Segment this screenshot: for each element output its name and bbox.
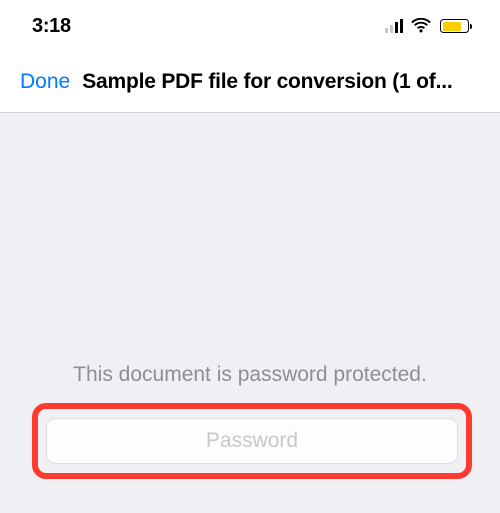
cellular-signal-icon	[385, 19, 404, 33]
wifi-icon	[411, 18, 431, 34]
password-prompt-message: This document is password protected.	[0, 363, 500, 387]
password-input[interactable]	[46, 418, 458, 464]
battery-icon	[440, 19, 472, 33]
battery-fill	[443, 22, 461, 31]
done-button[interactable]: Done	[20, 70, 70, 94]
content-area: This document is password protected.	[0, 113, 500, 513]
password-highlight-box	[32, 403, 472, 479]
status-icons	[385, 18, 472, 34]
status-bar: 3:18	[0, 0, 500, 52]
status-time: 3:18	[32, 15, 71, 38]
navigation-bar: Done Sample PDF file for conversion (1 o…	[0, 52, 500, 112]
page-title: Sample PDF file for conversion (1 of...	[82, 70, 480, 94]
